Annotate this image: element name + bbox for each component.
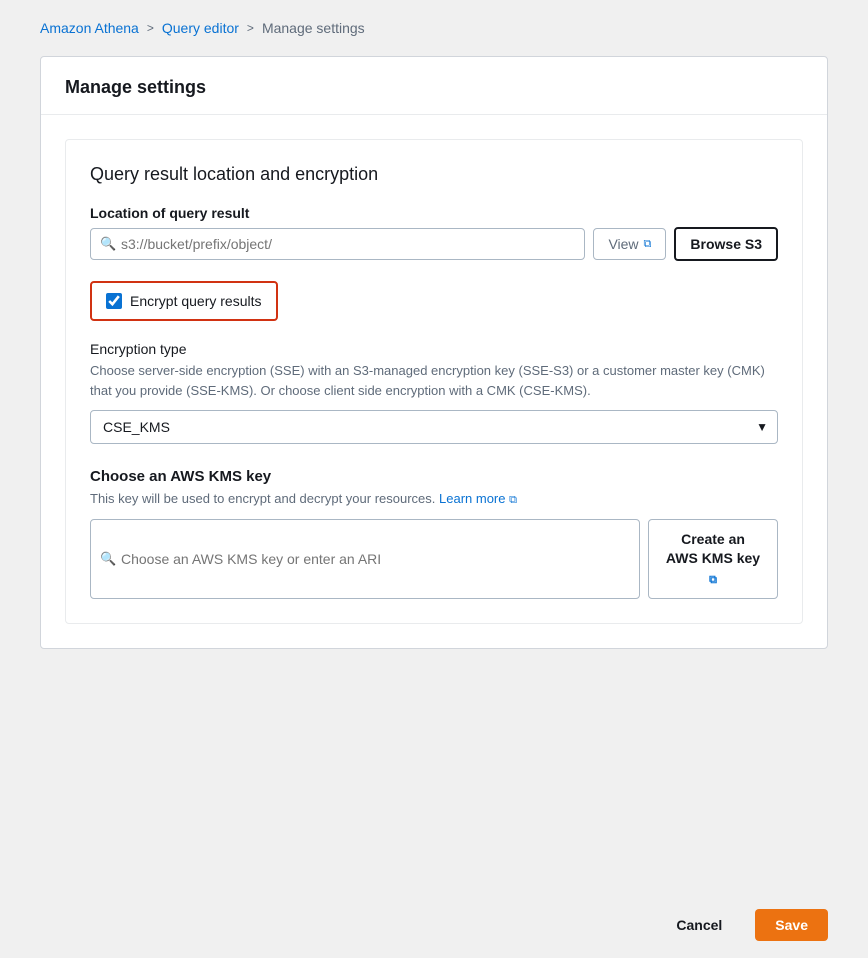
- create-kms-button[interactable]: Create an AWS KMS key ⧉: [648, 519, 778, 600]
- location-label: Location of query result: [90, 205, 778, 221]
- kms-input-wrapper: 🔍: [90, 519, 640, 600]
- encrypt-checkbox-label[interactable]: Encrypt query results: [130, 293, 262, 309]
- breadcrumb-manage-settings: Manage settings: [262, 20, 365, 36]
- location-input[interactable]: [90, 228, 585, 260]
- encryption-type-select[interactable]: SSE_S3 SSE_KMS CSE_KMS: [90, 410, 778, 444]
- location-input-wrapper: 🔍: [90, 228, 585, 260]
- page-title: Manage settings: [65, 77, 803, 98]
- card-header: Manage settings: [41, 57, 827, 115]
- kms-description: This key will be used to encrypt and dec…: [90, 489, 778, 509]
- view-external-icon: ⧉: [644, 238, 652, 251]
- location-input-row: 🔍 View ⧉ Browse S3: [90, 227, 778, 261]
- browse-s3-button[interactable]: Browse S3: [674, 227, 778, 261]
- kms-learn-more-link[interactable]: Learn more: [439, 491, 505, 506]
- kms-title: Choose an AWS KMS key: [90, 468, 778, 485]
- breadcrumb: Amazon Athena > Query editor > Manage se…: [40, 20, 828, 36]
- breadcrumb-separator-1: >: [147, 21, 154, 35]
- breadcrumb-query-editor[interactable]: Query editor: [162, 20, 239, 36]
- breadcrumb-separator-2: >: [247, 21, 254, 35]
- kms-search-icon: 🔍: [100, 551, 116, 567]
- create-kms-external-icon: ⧉: [709, 573, 717, 588]
- encrypt-checkbox[interactable]: [106, 293, 122, 309]
- cancel-button[interactable]: Cancel: [655, 908, 743, 942]
- encryption-type-label: Encryption type: [90, 341, 778, 357]
- kms-section: Choose an AWS KMS key This key will be u…: [90, 468, 778, 599]
- kms-input[interactable]: [90, 519, 640, 600]
- section-title: Query result location and encryption: [90, 164, 778, 185]
- encryption-description: Choose server-side encryption (SSE) with…: [90, 361, 778, 400]
- view-button[interactable]: View ⧉: [593, 228, 666, 260]
- save-button[interactable]: Save: [755, 909, 828, 941]
- main-card: Manage settings Query result location an…: [40, 56, 828, 649]
- breadcrumb-amazon-athena[interactable]: Amazon Athena: [40, 20, 139, 36]
- kms-input-row: 🔍 Create an AWS KMS key ⧉: [90, 519, 778, 600]
- location-search-icon: 🔍: [100, 236, 116, 252]
- card-body: Query result location and encryption Loc…: [41, 115, 827, 648]
- footer: Cancel Save: [0, 892, 868, 958]
- encryption-type-group: Encryption type Choose server-side encry…: [90, 341, 778, 444]
- encrypt-checkbox-area[interactable]: Encrypt query results: [90, 281, 278, 321]
- learn-more-external-icon: ⧉: [509, 492, 517, 509]
- encryption-select-wrapper: SSE_S3 SSE_KMS CSE_KMS ▼: [90, 410, 778, 444]
- settings-section: Query result location and encryption Loc…: [65, 139, 803, 624]
